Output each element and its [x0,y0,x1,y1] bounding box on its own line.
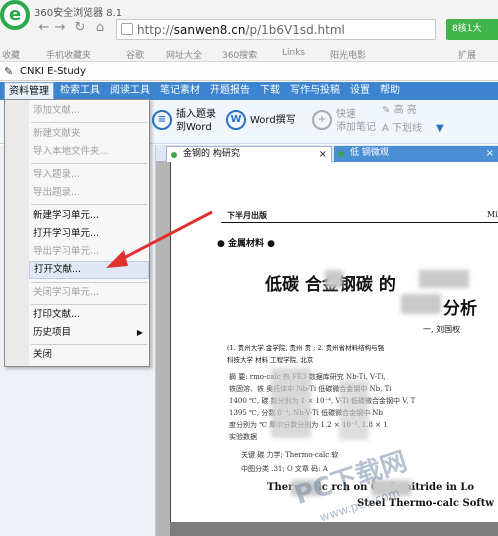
tab-label: 低 钢微观 [350,148,389,158]
menu-export-citations[interactable]: 导出题录... [29,184,149,202]
thumbnail-strip [156,162,170,536]
menu-add-document[interactable]: 添加文献... [29,102,149,120]
menu-print-document[interactable]: 打印文献... [29,306,149,324]
menu-history[interactable]: 历史项目 ▶ [29,324,149,342]
menu-separator [31,282,147,283]
browser-title: 360安全浏览器 8.1 [34,8,123,19]
url-prefix: http:// [137,23,174,37]
redaction [271,368,311,438]
paper-title-line2: 分析 [443,299,477,319]
menu-open-study-unit[interactable]: 打开学习单元... [29,225,149,243]
url-text: http://sanwen8.cn/p/1b6V1sd.html [137,23,345,37]
browser-logo: e [0,0,30,30]
menu-separator [31,304,147,305]
note-icon: + [312,110,332,130]
submenu-arrow-icon: ▶ [136,328,143,337]
menu-separator [31,163,147,164]
redaction [419,270,469,288]
menu-separator [31,122,147,123]
menu-icon-strip [5,100,29,366]
insert-citation-button[interactable]: ≡ 插入题录 到Word [152,106,222,138]
redaction [339,380,369,440]
tab-label: 金钢的 构研究 [183,149,240,159]
menu-history-label: 历史项目 [33,327,72,338]
menu-close-study-unit[interactable]: 关闭学习单元... [29,284,149,302]
quick-note-label: 快速 添加笔记 [336,109,376,133]
fav-item[interactable]: Links [282,48,305,58]
word-icon: W [226,110,246,130]
highlight-button[interactable]: ✎ 高 亮 [382,104,442,120]
back-icon[interactable]: ← [36,20,52,36]
document-tabs: 金钢的 构研究 × 低 钢微观 × [156,145,498,162]
forward-icon[interactable]: → [52,20,68,36]
affiliation-2: 科技大学 材料 工程学院, 北京 [227,356,314,364]
home-icon[interactable]: ⌂ [92,20,108,36]
fav-item[interactable]: 360搜索 [222,48,257,61]
close-icon[interactable]: × [486,146,494,161]
fav-item[interactable]: 谷歌 [126,48,144,61]
menu-close[interactable]: 关闭 [29,346,149,364]
menu-writing[interactable]: 写作与投稿 [286,82,344,100]
page-header-right: Mi [487,210,498,219]
address-bar[interactable]: http://sanwen8.cn/p/1b6V1sd.html [116,19,436,40]
highlight-label: ✎ 高 亮 [382,105,417,116]
tab-status-icon [171,152,177,158]
section-label: ● 金属材料 ● [217,239,275,249]
page-header-left: 下半月出版 [227,210,267,220]
refresh-icon[interactable]: ↻ [72,20,88,36]
url-host: sanwen8.cn [173,23,246,37]
quick-note-button[interactable]: + 快速 添加笔记 [312,106,376,138]
affiliation-1: (1. 贵州大学 金学院, 贵州 贵 ; 2. 贵州省材料结构与强 [227,344,385,352]
fav-item[interactable]: 收藏 [2,48,20,61]
menu-export-study-unit[interactable]: 导出学习单元... [29,243,149,261]
insert-icon: ≡ [152,110,172,130]
file-menu-dropdown: 添加文献... 新建文献夹 导入本地文件夹... 导入题录... 导出题录...… [4,99,150,367]
dropdown-arrow-icon[interactable]: ▼ [436,122,448,134]
word-write-label: Word撰写 [250,115,296,126]
fav-item[interactable]: 阳光电影 [330,48,366,61]
tab-status-icon [338,151,344,157]
browser-toolbar: e 360安全浏览器 8.1 ← → ↻ ⌂ http://sanwen8.cn… [0,0,498,62]
menu-import-citations[interactable]: 导入题录... [29,166,149,184]
tab-document-1[interactable]: 金钢的 构研究 × [166,146,332,162]
authors: 一, 刘国权 [423,325,461,334]
menu-settings[interactable]: 设置 [346,82,374,100]
menu-separator [31,204,147,205]
underline-button[interactable]: A 下划线 [382,122,442,138]
app-titlebar: ✎ CNKI E-Study [0,63,498,81]
highlight-text: 高 亮 [393,105,417,116]
close-icon[interactable]: × [319,147,327,162]
redaction [325,270,343,288]
menu-import-local-folder[interactable]: 导入本地文件夹... [29,143,149,161]
word-write-button[interactable]: W Word撰写 [226,106,298,138]
menu-download[interactable]: 下载 [256,82,284,100]
menu-new-folder[interactable]: 新建文献夹 [29,125,149,143]
insert-citation-label: 插入题录 到Word [176,109,216,133]
pen-icon: ✎ [4,65,14,78]
underline-label: A 下划线 [382,123,423,134]
page-icon [121,23,133,35]
menu-help[interactable]: 帮助 [376,82,404,100]
menubar: 资料管理 检索工具 阅读工具 笔记素材 开题报告 下载 写作与投稿 设置 帮助 [0,82,498,100]
menu-open-document[interactable]: 打开文献... [29,261,149,279]
menu-search[interactable]: 检索工具 [56,82,104,100]
favorites-bar: 收藏 手机收藏夹 谷歌 网址大全 360搜索 Links 阳光电影 扩展 [0,44,498,62]
fav-item[interactable]: 网址大全 [166,48,202,61]
redaction [401,294,441,314]
underline-text: 下划线 [392,123,423,134]
menu-read[interactable]: 阅读工具 [106,82,154,100]
menu-separator [31,344,147,345]
fav-item[interactable]: 扩展 [458,48,476,61]
menu-proposal[interactable]: 开题报告 [206,82,254,100]
app-title: CNKI E-Study [20,66,86,77]
menu-file[interactable]: 资料管理 [4,82,54,100]
menu-new-study-unit[interactable]: 新建学习单元... [29,207,149,225]
menu-notes[interactable]: 笔记素材 [156,82,204,100]
speed-button[interactable]: 8核1大 [446,19,498,40]
tab-document-2[interactable]: 低 钢微观 × [334,146,498,162]
header-rule [221,222,498,223]
url-path: /p/1b6V1sd.html [245,23,345,37]
fav-item[interactable]: 手机收藏夹 [46,48,91,61]
